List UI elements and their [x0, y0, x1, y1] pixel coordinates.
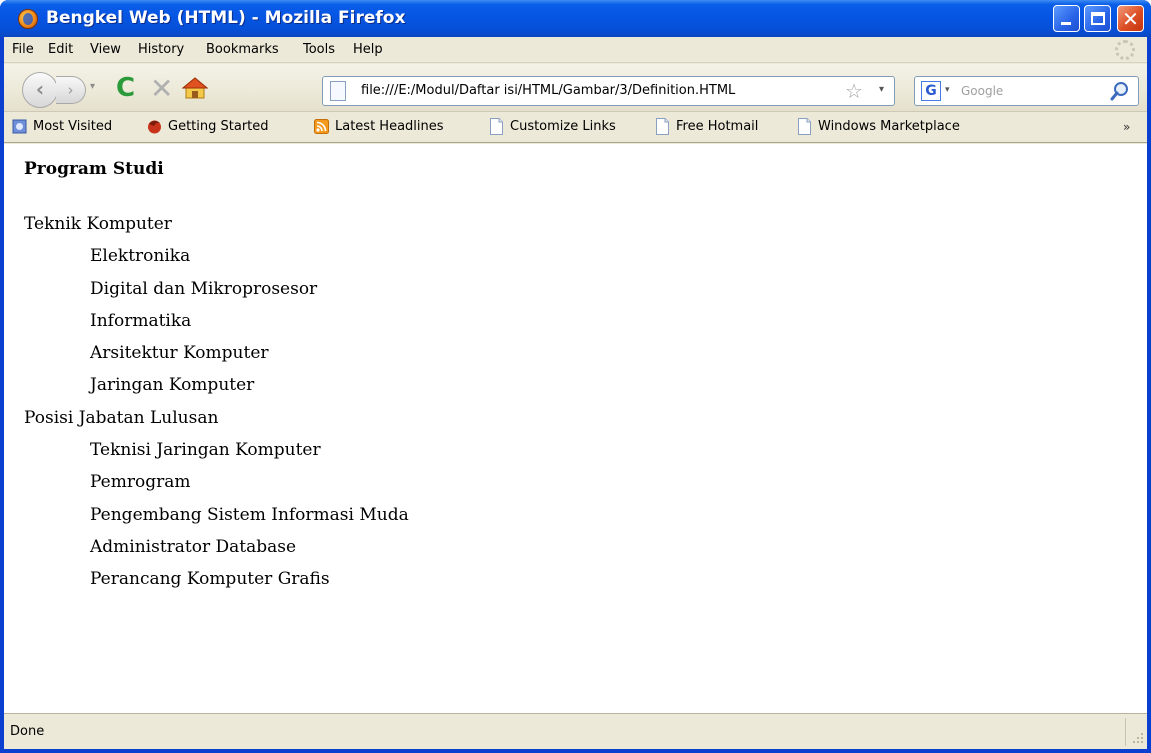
browser-window: Bengkel Web (HTML) - Mozilla Firefox ✕ F… — [0, 0, 1151, 753]
forward-arrow-icon: › — [67, 81, 74, 99]
minimize-icon — [1061, 22, 1071, 25]
home-icon[interactable] — [182, 76, 208, 100]
bookmark-latest-headlines[interactable]: Latest Headlines — [314, 118, 444, 138]
definition-item: Elektronika — [90, 246, 191, 267]
throbber-icon — [1115, 40, 1135, 60]
firefox-app-icon — [18, 9, 38, 29]
page-heading: Program Studi — [24, 159, 164, 179]
definition-term: Posisi Jabatan Lulusan — [24, 407, 219, 428]
forward-button[interactable]: › — [56, 76, 86, 104]
page-icon — [330, 81, 346, 101]
bookmark-free-hotmail[interactable]: Free Hotmail — [655, 118, 758, 138]
menu-tools[interactable]: Tools — [303, 42, 335, 57]
search-input[interactable] — [961, 81, 1101, 101]
reload-icon[interactable]: C — [116, 73, 135, 103]
page-icon — [656, 118, 669, 135]
bookmark-label: Customize Links — [510, 119, 616, 134]
close-button[interactable]: ✕ — [1117, 5, 1144, 32]
definition-item: Pemrogram — [90, 472, 191, 493]
stop-icon[interactable]: ✕ — [150, 72, 173, 105]
definition-item: Teknisi Jaringan Komputer — [90, 440, 321, 461]
bookmark-most-visited[interactable]: Most Visited — [12, 118, 112, 138]
definition-item: Digital dan Mikroprosesor — [90, 278, 318, 299]
navigation-toolbar: ‹ › ▾ C ✕ file:///E:/Modul/Daftar isi/HT… — [4, 64, 1147, 112]
menu-history[interactable]: History — [138, 42, 184, 57]
menu-bar: File Edit View History Bookmarks Tools H… — [4, 37, 1147, 63]
bookmark-label: Getting Started — [168, 119, 269, 134]
definition-item: Arsitektur Komputer — [90, 343, 269, 364]
url-bar[interactable]: file:///E:/Modul/Daftar isi/HTML/Gambar/… — [322, 76, 895, 106]
definition-list: Teknik Komputer Elektronika Digital dan … — [24, 208, 409, 596]
bookmark-customize-links[interactable]: Customize Links — [489, 118, 616, 138]
menu-file[interactable]: File — [12, 42, 34, 57]
bookmark-label: Windows Marketplace — [818, 119, 960, 134]
definition-item: Perancang Komputer Grafis — [90, 569, 330, 590]
bookmarks-toolbar: Most Visited Getting Started Latest Head… — [4, 113, 1147, 143]
definition-item: Informatika — [90, 310, 192, 331]
bookmark-label: Latest Headlines — [335, 119, 444, 134]
engine-dropdown-icon[interactable]: ▾ — [945, 85, 950, 95]
magnifier-icon[interactable] — [1110, 81, 1130, 101]
menu-view[interactable]: View — [90, 42, 121, 57]
maximize-button[interactable] — [1084, 5, 1111, 32]
history-dropdown-icon[interactable]: ▾ — [90, 81, 95, 92]
menu-help[interactable]: Help — [353, 42, 383, 57]
menu-edit[interactable]: Edit — [48, 42, 73, 57]
google-engine-icon[interactable]: G — [921, 81, 941, 101]
back-arrow-icon: ‹ — [35, 77, 45, 101]
definition-item: Pengembang Sistem Informasi Muda — [90, 504, 409, 525]
resize-grip-icon[interactable] — [1132, 732, 1144, 744]
definition-item: Administrator Database — [90, 536, 297, 557]
bookmark-label: Most Visited — [33, 119, 113, 134]
close-icon: ✕ — [1122, 7, 1139, 31]
bookmark-getting-started[interactable]: Getting Started — [147, 118, 269, 138]
status-text: Done — [10, 724, 45, 739]
minimize-button[interactable] — [1053, 5, 1080, 32]
window-title: Bengkel Web (HTML) - Mozilla Firefox — [46, 8, 406, 28]
definition-term: Teknik Komputer — [24, 214, 172, 234]
search-bar: G ▾ — [914, 76, 1139, 106]
menu-bookmarks[interactable]: Bookmarks — [206, 42, 279, 57]
bookmarks-overflow-icon[interactable]: » — [1123, 120, 1130, 134]
page-icon — [490, 118, 503, 135]
status-bar: Done — [4, 713, 1147, 749]
rss-icon — [314, 119, 329, 134]
bookmark-label: Free Hotmail — [676, 119, 759, 134]
page-icon — [798, 118, 811, 135]
url-dropdown-icon[interactable]: ▾ — [879, 84, 884, 95]
most-visited-icon — [12, 119, 27, 134]
back-button[interactable]: ‹ — [22, 72, 58, 108]
definition-item: Jaringan Komputer — [90, 375, 255, 396]
browser-client: File Edit View History Bookmarks Tools H… — [4, 37, 1147, 749]
title-bar[interactable]: Bengkel Web (HTML) - Mozilla Firefox ✕ — [0, 0, 1151, 37]
status-separator — [1125, 718, 1126, 746]
url-text[interactable]: file:///E:/Modul/Daftar isi/HTML/Gambar/… — [361, 83, 735, 98]
bookmark-star-icon[interactable]: ☆ — [845, 79, 863, 103]
bookmark-windows-marketplace[interactable]: Windows Marketplace — [797, 118, 960, 138]
maximize-icon — [1091, 12, 1105, 25]
firefox-icon — [148, 120, 161, 134]
page-content: Program Studi Teknik Komputer Elektronik… — [4, 144, 1147, 713]
